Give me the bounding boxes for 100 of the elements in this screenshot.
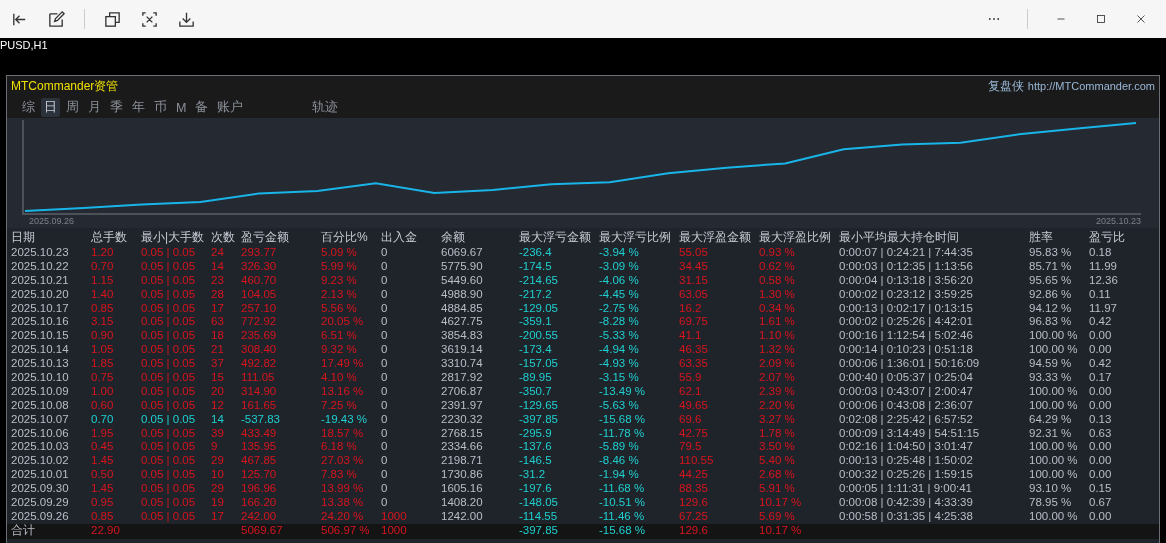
crop-icon[interactable] xyxy=(140,9,159,29)
table-cell-text: 1242.00 xyxy=(441,509,484,524)
table-cell-text: 0:02:08 | 2:25:42 | 6:57:52 xyxy=(839,412,974,427)
period-tab[interactable]: 币 xyxy=(151,98,170,117)
table-cell-text: 1408.20 xyxy=(441,496,484,510)
table-cell-text: 0:00:02 | 0:25:26 | 4:42:01 xyxy=(839,315,974,330)
table-cell-text: -236.4 xyxy=(519,246,553,260)
table-cell-text: 1.40 xyxy=(91,287,115,302)
table-cell-text: 96.83 % xyxy=(1029,315,1073,330)
table-cell-text: 0.05 | 0.05 xyxy=(141,482,197,497)
period-tab[interactable]: 账户 xyxy=(214,98,247,117)
table-cell-text: 161.65 xyxy=(241,398,278,413)
table-cell-text: 13.16 % xyxy=(321,384,365,399)
panel-title: MTCommander资管 xyxy=(11,78,119,95)
total-cell-text: 129.6 xyxy=(679,524,709,539)
table-cell-text: 100.00 % xyxy=(1029,509,1079,524)
table-cell-text: 0 xyxy=(381,259,389,274)
layers-icon[interactable] xyxy=(103,9,122,29)
table-cell-text: 110.55 xyxy=(679,454,715,469)
table-cell-text: 308.40 xyxy=(241,343,278,358)
table-cell-text: -3.09 % xyxy=(599,259,640,274)
table-cell-text: 19 xyxy=(211,496,225,510)
website-link[interactable]: http://MTCommander.com xyxy=(1027,80,1155,92)
table-cell-text: 1730.86 xyxy=(441,468,484,483)
table-cell-text: 2025.09.26 xyxy=(11,509,70,524)
table-cell-text: 314.90 xyxy=(241,384,278,399)
table-cell-text: -5.89 % xyxy=(599,440,640,455)
table-cell-text: -3.15 % xyxy=(599,371,640,385)
table-cell-text: 0.00 xyxy=(1089,329,1113,344)
table-cell-text: 196.96 xyxy=(241,482,278,497)
table-cell-text: 111.05 xyxy=(241,371,276,385)
period-tab[interactable]: 日 xyxy=(41,98,60,117)
table-cell-text: 5775.90 xyxy=(441,259,484,274)
table-cell-text: 3.27 % xyxy=(759,412,796,427)
period-tab[interactable]: 周 xyxy=(63,98,82,117)
table-cell-text: 0.34 % xyxy=(759,301,796,316)
table-cell-text: 2.20 % xyxy=(759,398,796,413)
period-tab[interactable]: 综 xyxy=(19,98,38,117)
total-cell-text: 1000 xyxy=(381,524,408,539)
column-header: 余额 xyxy=(441,228,466,246)
table-cell-text: 257.10 xyxy=(241,301,278,316)
table-cell-text: 2.13 % xyxy=(321,287,358,302)
table-cell-text: 0.05 | 0.05 xyxy=(141,329,197,344)
table-cell-text: 242.00 xyxy=(241,509,278,524)
table-cell-text: 6.18 % xyxy=(321,440,358,455)
table-cell-text: 64.29 % xyxy=(1029,412,1073,427)
table-cell-text: 17 xyxy=(211,509,225,524)
brand-label: 复盘侠 xyxy=(987,78,1024,95)
end-date: 2025.10.23 xyxy=(1095,216,1141,226)
table-cell-text: 0.00 xyxy=(1089,398,1113,413)
table-cell-text: -4.93 % xyxy=(599,357,640,372)
table-cell-text: 0 xyxy=(381,468,389,483)
column-header: 最小平均最大持仓时间 xyxy=(839,228,960,246)
table-cell-text: 492.82 xyxy=(241,357,278,372)
period-tab[interactable]: 备 xyxy=(192,98,212,117)
table-cell-text: 2025.09.30 xyxy=(11,482,70,497)
table-cell-text: 0 xyxy=(381,287,389,302)
maximize-icon[interactable] xyxy=(1094,12,1108,26)
period-tab[interactable]: 月 xyxy=(85,98,104,117)
table-cell-text: -4.06 % xyxy=(599,273,640,288)
table-cell-text: 92.86 % xyxy=(1029,287,1073,302)
table-cell-text: 10.17 % xyxy=(759,496,803,510)
table-cell-text: 2025.10.13 xyxy=(11,357,70,372)
table-cell-text: 2025.10.16 xyxy=(11,315,70,330)
table-cell-text: 1.20 xyxy=(91,246,115,260)
table-cell-text: 3619.14 xyxy=(441,343,484,358)
table-cell-text: 3.50 % xyxy=(759,440,796,455)
table-cell-text: 0.05 | 0.05 xyxy=(141,426,197,441)
table-cell-text: 1.45 xyxy=(91,482,115,497)
table-cell-text: -4.94 % xyxy=(599,343,640,358)
period-tab[interactable]: 季 xyxy=(107,98,126,117)
table-cell-text: 0 xyxy=(381,343,389,358)
period-tab[interactable]: M xyxy=(173,99,190,116)
table-cell-text: 9.23 % xyxy=(321,273,358,288)
table-cell-text: 2198.71 xyxy=(441,454,484,469)
table-cell-text: 0 xyxy=(381,273,389,288)
table-cell-text: 0.05 | 0.05 xyxy=(141,343,197,358)
table-cell-text: 5.99 % xyxy=(321,259,358,274)
table-cell-text: -11.78 % xyxy=(599,426,646,441)
table-cell-text: 2706.87 xyxy=(441,384,484,399)
table-cell-text: 78.95 % xyxy=(1029,496,1073,510)
table-cell-text: 0.00 xyxy=(1089,454,1113,469)
table-cell-text: 0.11 xyxy=(1089,287,1112,302)
table-cell-text: 63 xyxy=(211,315,225,330)
table-cell-text: -11.46 % xyxy=(599,509,646,524)
table-cell-text: 9.32 % xyxy=(321,343,358,358)
table-cell-text: 1.61 % xyxy=(759,315,796,330)
table-cell-text: 100.00 % xyxy=(1029,398,1079,413)
period-tab[interactable]: 年 xyxy=(129,98,148,117)
edit-icon[interactable] xyxy=(47,9,66,29)
table-cell-text: 1.05 xyxy=(91,343,115,358)
table-cell-text: -397.85 xyxy=(519,412,559,427)
table-cell-text: 0.05 | 0.05 xyxy=(141,301,197,316)
table-cell-text: 2025.10.17 xyxy=(11,301,70,316)
table-cell-text: 2025.10.20 xyxy=(11,287,70,302)
period-tab[interactable]: 轨迹 xyxy=(309,98,342,117)
table-cell-text: 2025.10.07 xyxy=(11,412,70,427)
table-cell-text: 0 xyxy=(381,246,389,260)
table-cell-text: 0:00:09 | 3:14:49 | 54:51:15 xyxy=(839,426,981,441)
table-cell-text: 13.99 % xyxy=(321,482,365,497)
